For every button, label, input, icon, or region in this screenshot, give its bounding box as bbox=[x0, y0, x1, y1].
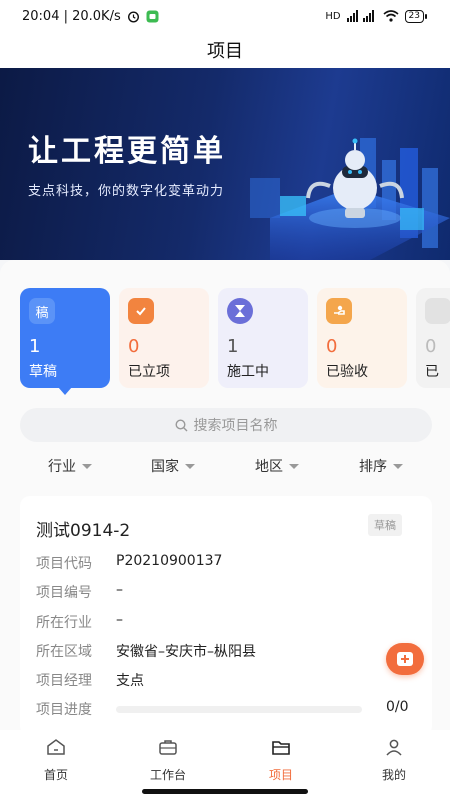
project-content: 稿 1 草稿 0 已立项 1 施工中 0 已验收 0 已 搜索项目名称 行业 国… bbox=[0, 260, 450, 730]
filter-label: 行业 bbox=[48, 459, 76, 475]
field-value: P20210900137 bbox=[116, 553, 223, 569]
status-icon bbox=[425, 298, 450, 324]
progress-track bbox=[116, 706, 362, 713]
accepted-hand-icon bbox=[326, 298, 352, 324]
status-time: 20:04 | 20.0K/s bbox=[22, 8, 121, 24]
filter-sort[interactable]: 排序 bbox=[359, 456, 403, 476]
user-icon bbox=[386, 739, 402, 756]
tab-label: 首页 bbox=[43, 768, 68, 782]
status-card-in-progress[interactable]: 1 施工中 bbox=[218, 288, 308, 388]
filter-industry[interactable]: 行业 bbox=[48, 456, 92, 476]
search-icon bbox=[174, 418, 187, 431]
field-key: 项目进度 bbox=[36, 702, 92, 718]
filter-label: 排序 bbox=[359, 459, 387, 475]
field-row: 所在行业 – bbox=[36, 612, 123, 632]
progress-text: 0/0 bbox=[386, 699, 409, 715]
status-count: 0 bbox=[326, 336, 338, 357]
status-label: 已 bbox=[425, 364, 439, 380]
add-project-button[interactable] bbox=[386, 643, 424, 675]
filter-country[interactable]: 国家 bbox=[151, 456, 195, 476]
search-placeholder: 搜索项目名称 bbox=[193, 418, 278, 434]
alarm-icon bbox=[127, 10, 140, 23]
status-count: 0 bbox=[128, 336, 140, 357]
folder-icon bbox=[272, 741, 290, 755]
filter-region[interactable]: 地区 bbox=[255, 456, 299, 476]
hourglass-icon bbox=[227, 298, 253, 324]
tab-projects[interactable]: 项目 bbox=[246, 738, 316, 783]
status-count: 0 bbox=[425, 336, 437, 357]
briefcase-icon bbox=[159, 740, 177, 755]
field-row: 项目代码 P20210900137 bbox=[36, 553, 222, 573]
hd-label: HD bbox=[325, 10, 341, 22]
status-card-more[interactable]: 0 已 bbox=[416, 288, 450, 388]
field-row: 项目进度 bbox=[36, 699, 116, 719]
robot-illustration bbox=[250, 138, 450, 260]
status-label: 已立项 bbox=[128, 364, 170, 380]
caret-down-icon bbox=[393, 463, 403, 469]
status-card-approved[interactable]: 0 已立项 bbox=[119, 288, 209, 388]
field-value: – bbox=[116, 582, 123, 598]
home-indicator bbox=[142, 789, 308, 794]
banner-subtitle: 支点科技，你的数字化变革动力 bbox=[28, 184, 225, 199]
field-row: 所在区域 安徽省–安庆市–枞阳县 bbox=[36, 641, 256, 661]
field-key: 项目编号 bbox=[36, 585, 92, 601]
status-label: 草稿 bbox=[29, 364, 57, 380]
status-card-accepted[interactable]: 0 已验收 bbox=[317, 288, 407, 388]
banner-title: 让工程更简单 bbox=[28, 134, 226, 169]
wifi-icon bbox=[383, 10, 399, 22]
project-card[interactable]: 测试0914-2 草稿 项目代码 P20210900137 项目编号 – 所在行业 –… bbox=[20, 496, 432, 730]
home-icon bbox=[47, 739, 65, 755]
signal-icon bbox=[346, 10, 377, 22]
field-row: 项目编号 – bbox=[36, 582, 123, 602]
status-bar: 20:04 | 20.0K/s HD 23 bbox=[0, 0, 450, 32]
field-key: 所在区域 bbox=[36, 644, 92, 660]
page-header: 项目 bbox=[0, 32, 450, 68]
promo-banner[interactable]: 让工程更简单 支点科技，你的数字化变革动力 bbox=[0, 68, 450, 260]
filter-label: 地区 bbox=[255, 459, 283, 475]
field-key: 所在行业 bbox=[36, 615, 92, 631]
tab-home[interactable]: 首页 bbox=[21, 738, 91, 783]
status-filter-cards: 稿 1 草稿 0 已立项 1 施工中 0 已验收 0 已 bbox=[20, 288, 450, 395]
battery-indicator: 23 bbox=[404, 9, 428, 23]
page-title: 项目 bbox=[207, 41, 243, 62]
tab-label: 我的 bbox=[381, 768, 406, 782]
filter-label: 国家 bbox=[151, 459, 179, 475]
draft-icon: 稿 bbox=[29, 298, 55, 324]
caret-down-icon bbox=[185, 463, 195, 469]
project-name: 测试0914-2 bbox=[36, 521, 131, 541]
field-value: – bbox=[116, 612, 123, 628]
status-badge: 草稿 bbox=[368, 514, 402, 536]
app-notification-icon bbox=[146, 10, 159, 23]
caret-down-icon bbox=[289, 463, 299, 469]
search-input[interactable]: 搜索项目名称 bbox=[20, 408, 432, 442]
field-value: 支点 bbox=[116, 673, 144, 689]
field-key: 项目代码 bbox=[36, 556, 92, 572]
tab-mine[interactable]: 我的 bbox=[359, 738, 429, 783]
add-project-icon bbox=[397, 652, 413, 666]
clipboard-check-icon bbox=[128, 298, 154, 324]
field-row: 项目经理 支点 bbox=[36, 670, 144, 690]
field-value: 安徽省–安庆市–枞阳县 bbox=[116, 644, 256, 660]
filter-bar: 行业 国家 地区 排序 bbox=[0, 456, 450, 480]
field-key: 项目经理 bbox=[36, 673, 92, 689]
tab-workbench[interactable]: 工作台 bbox=[133, 738, 203, 783]
tab-label: 项目 bbox=[268, 768, 293, 782]
status-card-draft[interactable]: 稿 1 草稿 bbox=[20, 288, 110, 395]
status-count: 1 bbox=[227, 336, 239, 357]
tab-label: 工作台 bbox=[149, 768, 186, 782]
caret-down-icon bbox=[82, 463, 92, 469]
status-label: 已验收 bbox=[326, 364, 368, 380]
status-count: 1 bbox=[29, 336, 41, 357]
status-label: 施工中 bbox=[227, 364, 269, 380]
